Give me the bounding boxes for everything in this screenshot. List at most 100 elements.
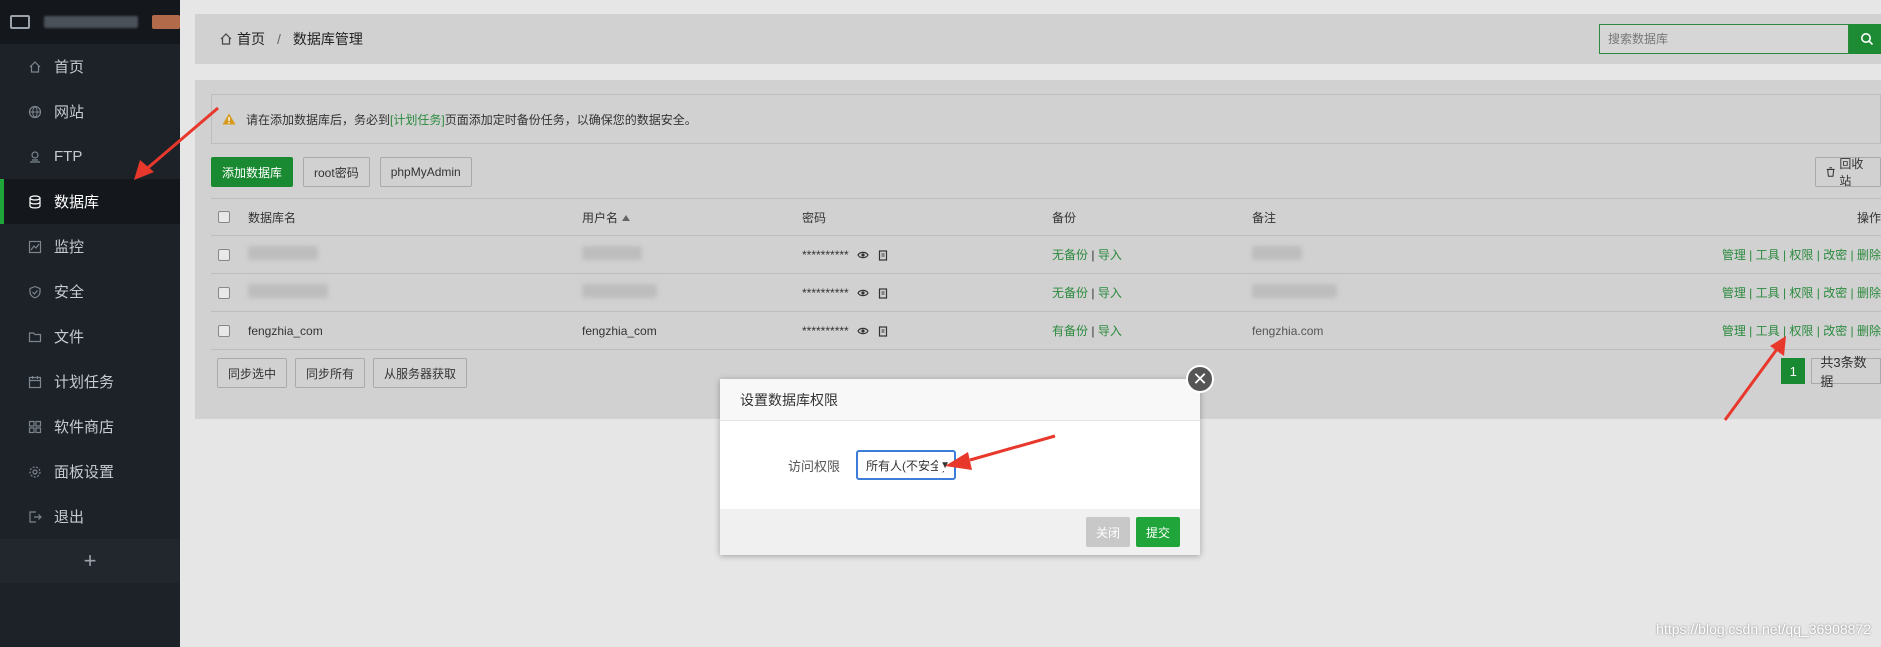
add-shortcut-button[interactable]: + bbox=[0, 539, 180, 583]
page-current[interactable]: 1 bbox=[1781, 358, 1806, 384]
sync-all-button[interactable]: 同步所有 bbox=[295, 358, 366, 388]
breadcrumb-separator: / bbox=[277, 31, 281, 47]
backup-link[interactable]: 无备份 bbox=[1052, 248, 1088, 262]
password-mask: ********** bbox=[802, 247, 849, 262]
access-select[interactable]: 所有人(不安全) ▼ bbox=[856, 450, 956, 480]
close-button[interactable]: 关闭 bbox=[1085, 517, 1130, 547]
page-total: 共3条数据 bbox=[1811, 355, 1881, 389]
sidebar-item-ftp[interactable]: FTP bbox=[0, 134, 180, 179]
fetch-from-server-button[interactable]: 从服务器获取 bbox=[373, 358, 468, 388]
table-row: fengzhia_com fengzhia_com ********** 有备份… bbox=[211, 312, 1881, 350]
sidebar-item-label: 网站 bbox=[54, 104, 85, 121]
row-name bbox=[248, 246, 582, 263]
row-user: fengzhia_com bbox=[582, 323, 657, 338]
sidebar-item-database[interactable]: 数据库 bbox=[0, 179, 180, 224]
search-button[interactable] bbox=[1849, 24, 1881, 54]
sidebar-item-settings[interactable]: 面板设置 bbox=[0, 449, 180, 494]
permission-dialog: 设置数据库权限 ✕ 访问权限 所有人(不安全) ▼ 关闭 提交 bbox=[720, 365, 1214, 555]
password-mask: ********** bbox=[802, 323, 849, 338]
copy-icon[interactable] bbox=[877, 287, 889, 299]
monitor-icon bbox=[28, 240, 42, 254]
database-table: 数据库名 用户名 密码 备份 备注 操作 ********** 无备份 | 导入… bbox=[211, 198, 1881, 350]
breadcrumb: 首页 / 数据库管理 bbox=[219, 29, 363, 49]
dialog-footer: 关闭 提交 bbox=[720, 509, 1200, 555]
col-header-name: 数据库名 bbox=[248, 210, 297, 225]
folder-icon bbox=[28, 330, 42, 344]
warning-icon bbox=[222, 113, 236, 125]
sidebar-item-security[interactable]: 安全 bbox=[0, 269, 180, 314]
row-name bbox=[248, 284, 582, 301]
sidebar-item-store[interactable]: 软件商店 bbox=[0, 404, 180, 449]
breadcrumb-home[interactable]: 首页 bbox=[237, 29, 265, 49]
monitor-icon bbox=[10, 15, 30, 29]
row-checkbox[interactable] bbox=[218, 286, 230, 299]
sidebar: 首页 网站 FTP 数据库 监控 安全 文件 计划任务 软件商店 面板设置 退出… bbox=[0, 0, 180, 647]
server-name-redacted bbox=[43, 16, 139, 28]
search-box bbox=[1599, 24, 1881, 54]
row-name: fengzhia_com bbox=[248, 323, 323, 338]
eye-icon[interactable] bbox=[857, 325, 869, 337]
row-ops[interactable]: 管理 | 工具 | 权限 | 改密 | 删除 bbox=[1722, 284, 1881, 301]
access-label: 访问权限 bbox=[787, 458, 840, 474]
home-icon bbox=[28, 60, 42, 74]
sidebar-item-label: FTP bbox=[54, 148, 83, 165]
grid-icon bbox=[28, 420, 42, 434]
import-link[interactable]: 导入 bbox=[1098, 324, 1122, 338]
root-password-button[interactable]: root密码 bbox=[303, 157, 370, 187]
sidebar-item-logout[interactable]: 退出 bbox=[0, 494, 180, 539]
ftp-icon bbox=[28, 150, 42, 164]
eye-icon[interactable] bbox=[857, 287, 869, 299]
row-user bbox=[582, 246, 802, 263]
row-backup: 有备份 | 导入 bbox=[1052, 322, 1252, 339]
caret-down-icon: ▼ bbox=[938, 459, 950, 471]
redacted-note bbox=[1252, 246, 1302, 260]
recycle-bin-label: 回收站 bbox=[1839, 157, 1864, 188]
row-checkbox[interactable] bbox=[218, 248, 230, 261]
backup-link[interactable]: 无备份 bbox=[1052, 286, 1088, 300]
sidebar-item-cron[interactable]: 计划任务 bbox=[0, 359, 180, 404]
sync-selected-button[interactable]: 同步选中 bbox=[217, 358, 288, 388]
sidebar-item-home[interactable]: 首页 bbox=[0, 44, 180, 89]
select-all-checkbox[interactable] bbox=[218, 211, 230, 223]
avatar bbox=[152, 15, 180, 29]
database-icon bbox=[28, 194, 42, 209]
sidebar-item-monitor[interactable]: 监控 bbox=[0, 224, 180, 269]
copy-icon[interactable] bbox=[877, 249, 889, 261]
row-password: ********** bbox=[802, 248, 1052, 262]
import-link[interactable]: 导入 bbox=[1098, 248, 1122, 262]
row-password: ********** bbox=[802, 286, 1052, 300]
redacted-name bbox=[248, 246, 318, 260]
search-input[interactable] bbox=[1599, 24, 1849, 54]
row-checkbox[interactable] bbox=[218, 324, 230, 337]
row-backup: 无备份 | 导入 bbox=[1052, 246, 1252, 263]
import-link[interactable]: 导入 bbox=[1098, 286, 1122, 300]
bottom-actions: 同步选中 同步所有 从服务器获取 bbox=[217, 358, 468, 388]
sidebar-item-label: 退出 bbox=[54, 509, 85, 526]
add-database-button[interactable]: 添加数据库 bbox=[211, 157, 294, 187]
separator: | bbox=[1091, 248, 1095, 262]
row-ops[interactable]: 管理 | 工具 | 权限 | 改密 | 删除 bbox=[1722, 322, 1881, 339]
col-header-user[interactable]: 用户名 bbox=[582, 209, 802, 226]
gear-icon bbox=[28, 465, 42, 479]
close-icon[interactable]: ✕ bbox=[1186, 365, 1214, 393]
sidebar-item-files[interactable]: 文件 bbox=[0, 314, 180, 359]
breadcrumb-current: 数据库管理 bbox=[292, 31, 363, 47]
backup-link[interactable]: 有备份 bbox=[1052, 324, 1088, 338]
sidebar-item-label: 计划任务 bbox=[54, 374, 115, 391]
copy-icon[interactable] bbox=[877, 325, 889, 337]
search-icon bbox=[1860, 33, 1873, 46]
separator: | bbox=[1091, 324, 1095, 338]
eye-icon[interactable] bbox=[857, 249, 869, 261]
redacted-user bbox=[582, 284, 657, 298]
submit-button[interactable]: 提交 bbox=[1135, 517, 1180, 547]
home-icon bbox=[220, 33, 232, 45]
dialog-title: 设置数据库权限 bbox=[720, 379, 1200, 421]
row-user bbox=[582, 284, 802, 301]
cron-link[interactable]: [计划任务] bbox=[390, 111, 445, 128]
sidebar-item-website[interactable]: 网站 bbox=[0, 89, 180, 134]
phpmyadmin-button[interactable]: phpMyAdmin bbox=[379, 157, 472, 187]
row-ops[interactable]: 管理 | 工具 | 权限 | 改密 | 删除 bbox=[1722, 246, 1881, 263]
notice-text-after: 页面添加定时备份任务，以确保您的数据安全。 bbox=[444, 112, 697, 127]
dialog-body: 访问权限 所有人(不安全) ▼ bbox=[720, 421, 1200, 509]
recycle-bin-button[interactable]: 回收站 bbox=[1815, 157, 1881, 188]
